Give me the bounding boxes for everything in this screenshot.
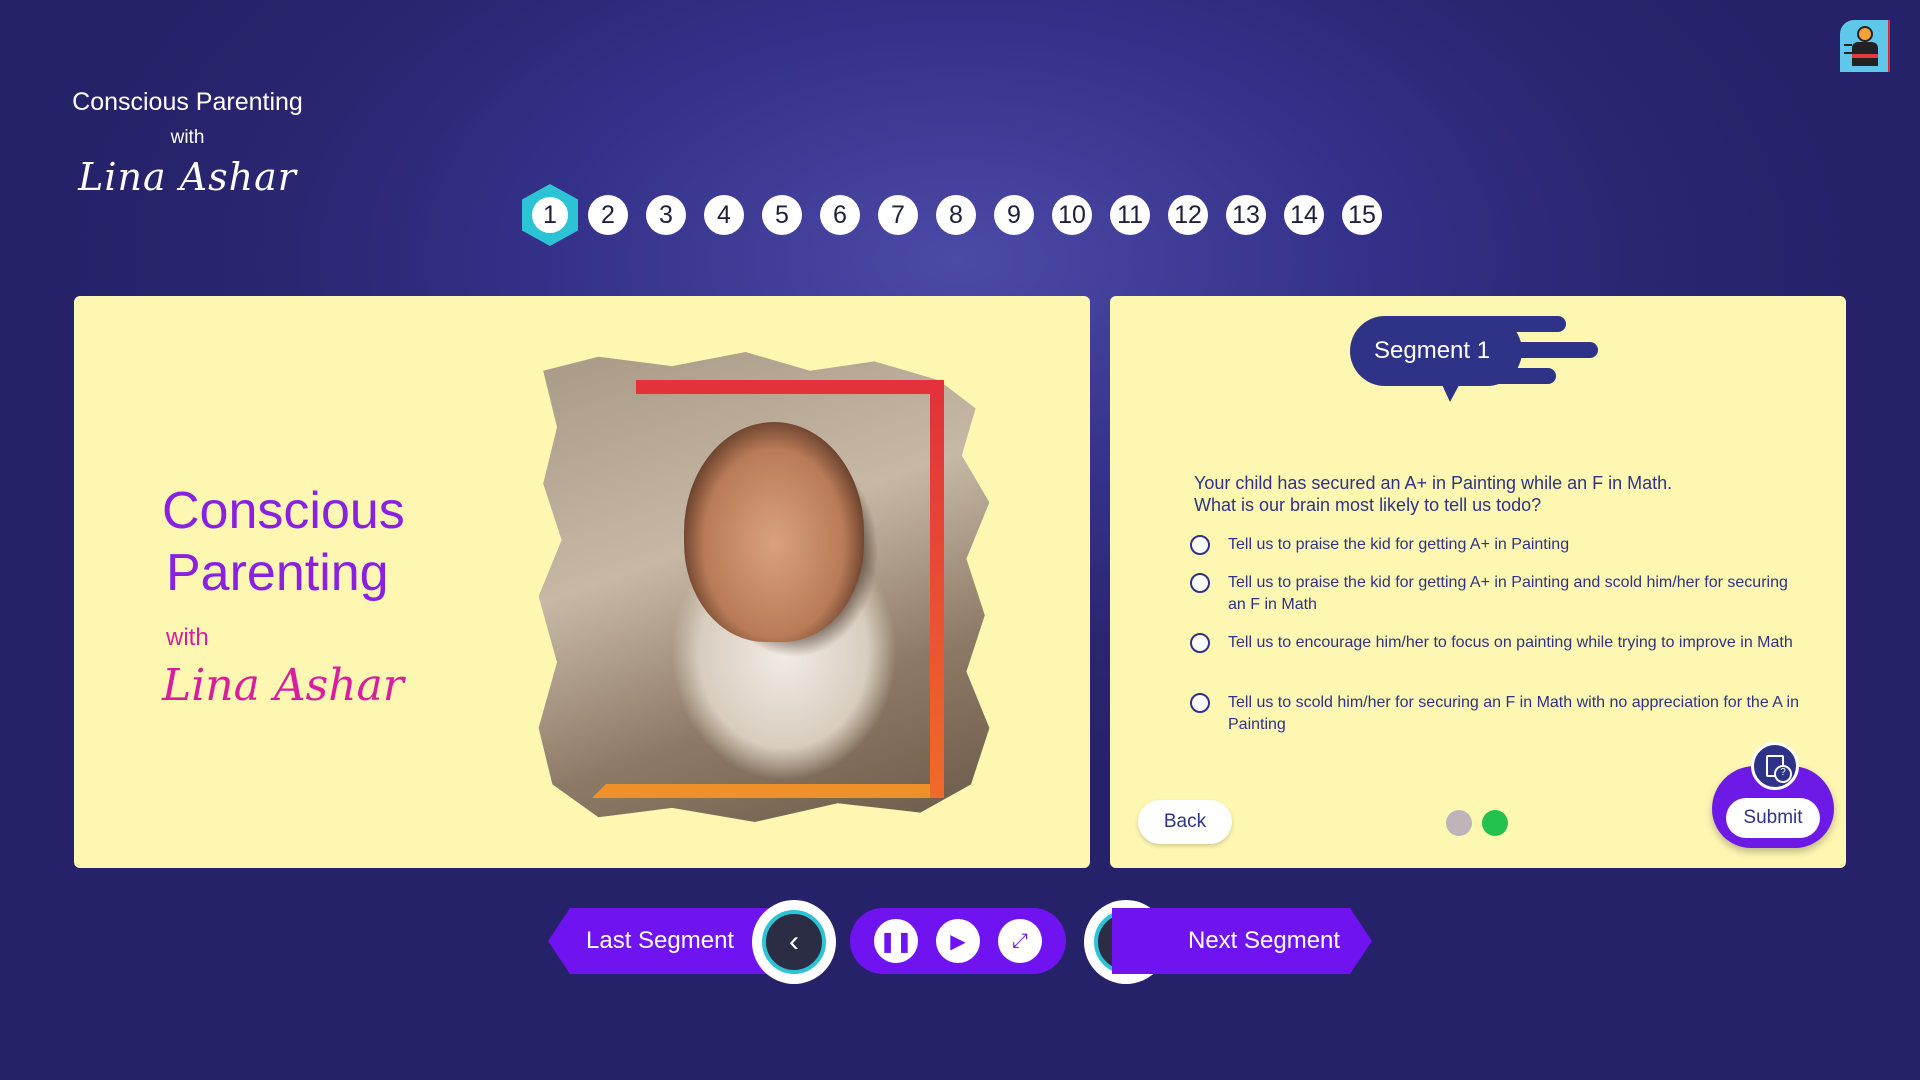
step-4[interactable]: 4 xyxy=(704,195,744,235)
pause-icon[interactable]: ❚❚ xyxy=(874,919,918,963)
answer-option-2[interactable]: Tell us to praise the kid for getting A+… xyxy=(1190,572,1810,616)
media-controls: ❚❚ ▶ ⤢ xyxy=(850,908,1066,974)
answer-option-3[interactable]: Tell us to encourage him/her to focus on… xyxy=(1190,632,1810,654)
answer-option-label: Tell us to encourage him/her to focus on… xyxy=(1228,634,1793,651)
step-3[interactable]: 3 xyxy=(646,195,686,235)
user-avatar[interactable] xyxy=(1840,20,1890,72)
step-9[interactable]: 9 xyxy=(994,195,1034,235)
next-segment-label: Next Segment xyxy=(1188,927,1341,954)
brand-signature: Lina Ashar xyxy=(78,155,297,199)
answer-option-label: Tell us to praise the kid for getting A+… xyxy=(1228,574,1788,613)
step-13[interactable]: 13 xyxy=(1226,195,1266,235)
step-10[interactable]: 10 xyxy=(1052,195,1092,235)
page-dot-inactive[interactable] xyxy=(1446,810,1472,836)
submit-container: Submit xyxy=(1712,742,1834,848)
answer-option-4[interactable]: Tell us to scold him/her for securing an… xyxy=(1190,692,1810,736)
step-5[interactable]: 5 xyxy=(762,195,802,235)
quiz-document-icon xyxy=(1751,742,1799,790)
radio-button[interactable] xyxy=(1190,693,1210,713)
chevron-left-icon: ‹ xyxy=(762,910,826,974)
radio-button[interactable] xyxy=(1190,573,1210,593)
avatar-speed-lines xyxy=(1844,44,1852,54)
question-text: Your child has secured an A+ in Painting… xyxy=(1194,472,1814,516)
step-12[interactable]: 12 xyxy=(1168,195,1208,235)
step-label: 1 xyxy=(530,195,570,235)
slide-signature: Lina Ashar xyxy=(162,660,404,711)
radio-button[interactable] xyxy=(1190,535,1210,555)
answer-option-1[interactable]: Tell us to praise the kid for getting A+… xyxy=(1190,534,1810,556)
last-segment-label: Last Segment xyxy=(586,927,735,954)
back-button[interactable]: Back xyxy=(1138,800,1232,844)
slide-title: Conscious Parenting xyxy=(162,480,405,604)
slide-with: with xyxy=(166,624,209,651)
step-7[interactable]: 7 xyxy=(878,195,918,235)
step-11[interactable]: 11 xyxy=(1110,195,1150,235)
question-line2: What is our brain most likely to tell us… xyxy=(1194,495,1542,515)
presenter-photo xyxy=(534,352,994,822)
previous-segment-circle-button[interactable]: ‹ xyxy=(752,900,836,984)
step-navigator: 1 2 3 4 5 6 7 8 9 10 11 12 13 14 15 xyxy=(522,184,1400,246)
page-dot-active[interactable] xyxy=(1482,810,1508,836)
step-8[interactable]: 8 xyxy=(936,195,976,235)
segment-label: Segment 1 xyxy=(1374,337,1491,364)
play-icon[interactable]: ▶ xyxy=(936,919,980,963)
avatar-belt xyxy=(1852,54,1878,58)
quiz-panel: Segment 1 Your child has secured an A+ i… xyxy=(1110,296,1846,868)
photo-frame-red xyxy=(636,380,944,798)
next-segment-button[interactable]: Next Segment xyxy=(1112,908,1372,974)
radio-button[interactable] xyxy=(1190,633,1210,653)
step-15[interactable]: 15 xyxy=(1342,195,1382,235)
brand-block: Conscious Parenting with Lina Ashar xyxy=(60,88,315,199)
step-1[interactable]: 1 xyxy=(522,184,578,246)
slide-title-line1: Conscious xyxy=(162,482,405,540)
question-line1: Your child has secured an A+ in Painting… xyxy=(1194,473,1673,493)
answer-option-label: Tell us to scold him/her for securing an… xyxy=(1228,694,1799,733)
avatar-head xyxy=(1857,26,1873,42)
segment-bubble-tail xyxy=(1438,376,1464,402)
submit-button[interactable]: Submit xyxy=(1726,798,1820,838)
brand-with: with xyxy=(170,127,205,148)
brand-title: Conscious Parenting xyxy=(72,88,303,116)
answer-option-label: Tell us to praise the kid for getting A+… xyxy=(1228,536,1570,553)
step-6[interactable]: 6 xyxy=(820,195,860,235)
step-14[interactable]: 14 xyxy=(1284,195,1324,235)
segment-bubble: Segment 1 xyxy=(1350,316,1522,386)
step-2[interactable]: 2 xyxy=(588,195,628,235)
slide-panel: Conscious Parenting with Lina Ashar xyxy=(74,296,1090,868)
slide-title-line2: Parenting xyxy=(166,544,389,602)
fullscreen-icon[interactable]: ⤢ xyxy=(998,919,1042,963)
